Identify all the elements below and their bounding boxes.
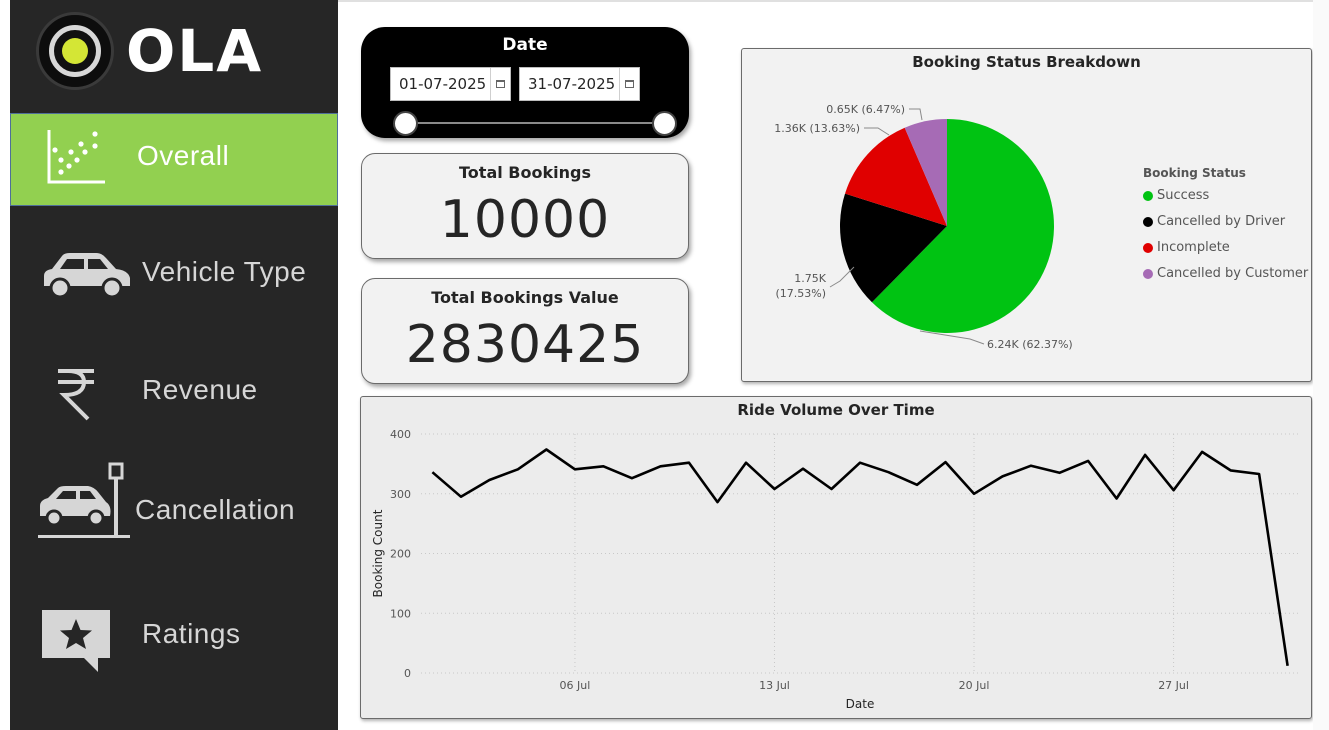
y-tick-label: 200 bbox=[390, 548, 411, 561]
pie-data-label: 1.36K (13.63%) bbox=[774, 122, 860, 135]
pie-data-label: 0.65K (6.47%) bbox=[826, 103, 905, 116]
x-tick-label: 06 Jul bbox=[560, 679, 591, 692]
y-tick-label: 300 bbox=[390, 488, 411, 501]
sidebar-item-label: Cancellation bbox=[135, 494, 296, 525]
sidebar-item-revenue[interactable]: Revenue bbox=[10, 355, 338, 431]
calendar-icon[interactable] bbox=[490, 68, 510, 100]
sidebar-item-cancellation[interactable]: Cancellation bbox=[10, 458, 338, 544]
sidebar-item-label: Overall bbox=[137, 140, 230, 171]
car-crash-icon bbox=[38, 460, 130, 540]
pie-leader-line bbox=[829, 266, 855, 288]
legend-marker bbox=[1143, 268, 1153, 279]
booking-status-chart[interactable]: Booking Status Breakdown 6.24K (62.37%) 1… bbox=[741, 48, 1312, 382]
legend-title: Booking Status bbox=[1143, 166, 1246, 180]
pie-leader-line bbox=[909, 108, 923, 121]
date-slider-end-handle[interactable] bbox=[652, 111, 677, 136]
date-slider-start-handle[interactable] bbox=[393, 111, 418, 136]
x-tick-label: 27 Jul bbox=[1158, 679, 1189, 692]
right-margin bbox=[1313, 0, 1329, 730]
legend-item[interactable]: Cancelled by Driver bbox=[1143, 214, 1285, 229]
dashboard: OLA Overall Vehicle Type Revenue Cancell… bbox=[0, 0, 1329, 730]
legend-item[interactable]: Success bbox=[1143, 188, 1209, 203]
top-border bbox=[338, 0, 1329, 2]
total-bookings-card: Total Bookings 10000 bbox=[361, 153, 689, 259]
sidebar-item-overall[interactable]: Overall bbox=[10, 113, 338, 206]
line-chart-canvas: 0 100 200 300 400 06 Jul 13 Jul 20 Jul 27 Jul Dat… bbox=[371, 428, 1299, 711]
sidebar-item-label: Vehicle Type bbox=[142, 256, 307, 287]
sidebar: OLA Overall Vehicle Type Revenue Cancell… bbox=[10, 0, 338, 730]
pie-data-label: (17.53%) bbox=[775, 287, 826, 300]
start-date-value: 01-07-2025 bbox=[399, 75, 487, 93]
sidebar-item-vehicle-type[interactable]: Vehicle Type bbox=[10, 236, 338, 312]
y-tick-label: 0 bbox=[404, 667, 411, 680]
ola-logo: OLA bbox=[36, 12, 263, 90]
pie-data-label: 6.24K (62.37%) bbox=[987, 338, 1073, 351]
pie-data-label: 1.75K bbox=[794, 272, 826, 285]
date-range-slicer: Date 01-07-2025 31-07-2025 bbox=[361, 27, 689, 138]
calendar-icon[interactable] bbox=[619, 68, 639, 100]
car-icon bbox=[40, 250, 132, 300]
start-date-input[interactable]: 01-07-2025 bbox=[390, 67, 511, 101]
date-filter-title: Date bbox=[502, 35, 548, 55]
legend-label: Cancelled by Customer bbox=[1157, 266, 1309, 281]
x-tick-label: 20 Jul bbox=[959, 679, 990, 692]
kpi-label: Total Bookings Value bbox=[431, 288, 619, 307]
legend-marker bbox=[1143, 216, 1153, 227]
legend-marker bbox=[1143, 190, 1153, 201]
kpi-label: Total Bookings bbox=[459, 163, 591, 182]
sidebar-item-label: Ratings bbox=[142, 618, 241, 649]
end-date-value: 31-07-2025 bbox=[528, 75, 616, 93]
legend-label: Cancelled by Driver bbox=[1157, 214, 1286, 229]
legend-marker bbox=[1143, 242, 1153, 253]
series-line-booking-count[interactable] bbox=[431, 448, 1289, 666]
date-slider-track[interactable] bbox=[405, 122, 667, 124]
end-date-input[interactable]: 31-07-2025 bbox=[519, 67, 640, 101]
total-bookings-value-card: Total Bookings Value 2830425 bbox=[361, 278, 689, 384]
y-tick-label: 100 bbox=[390, 607, 411, 620]
sidebar-item-ratings[interactable]: Ratings bbox=[10, 598, 338, 678]
legend-item[interactable]: Incomplete bbox=[1143, 240, 1230, 255]
legend-label: Success bbox=[1157, 188, 1210, 203]
y-tick-label: 400 bbox=[390, 428, 411, 441]
kpi-value: 2830425 bbox=[405, 315, 645, 375]
legend-item[interactable]: Cancelled by Customer bbox=[1143, 266, 1308, 281]
kpi-value: 10000 bbox=[439, 190, 611, 250]
brand-name: OLA bbox=[126, 17, 264, 85]
pie-leader-line bbox=[919, 330, 985, 345]
star-speech-bubble-icon bbox=[40, 608, 112, 674]
x-axis-title: Date bbox=[846, 697, 875, 711]
pie-leader-line bbox=[864, 127, 890, 136]
rupee-icon bbox=[54, 365, 98, 421]
x-tick-label: 13 Jul bbox=[759, 679, 790, 692]
ride-volume-chart[interactable]: Ride Volume Over Time 0 100 200 300 400 06 Ju… bbox=[360, 396, 1312, 719]
scatter-chart-icon bbox=[45, 128, 109, 186]
ola-logo-icon bbox=[36, 12, 114, 90]
sidebar-item-label: Revenue bbox=[142, 374, 258, 405]
y-axis-title: Booking Count bbox=[371, 509, 385, 597]
legend-label: Incomplete bbox=[1157, 240, 1230, 255]
